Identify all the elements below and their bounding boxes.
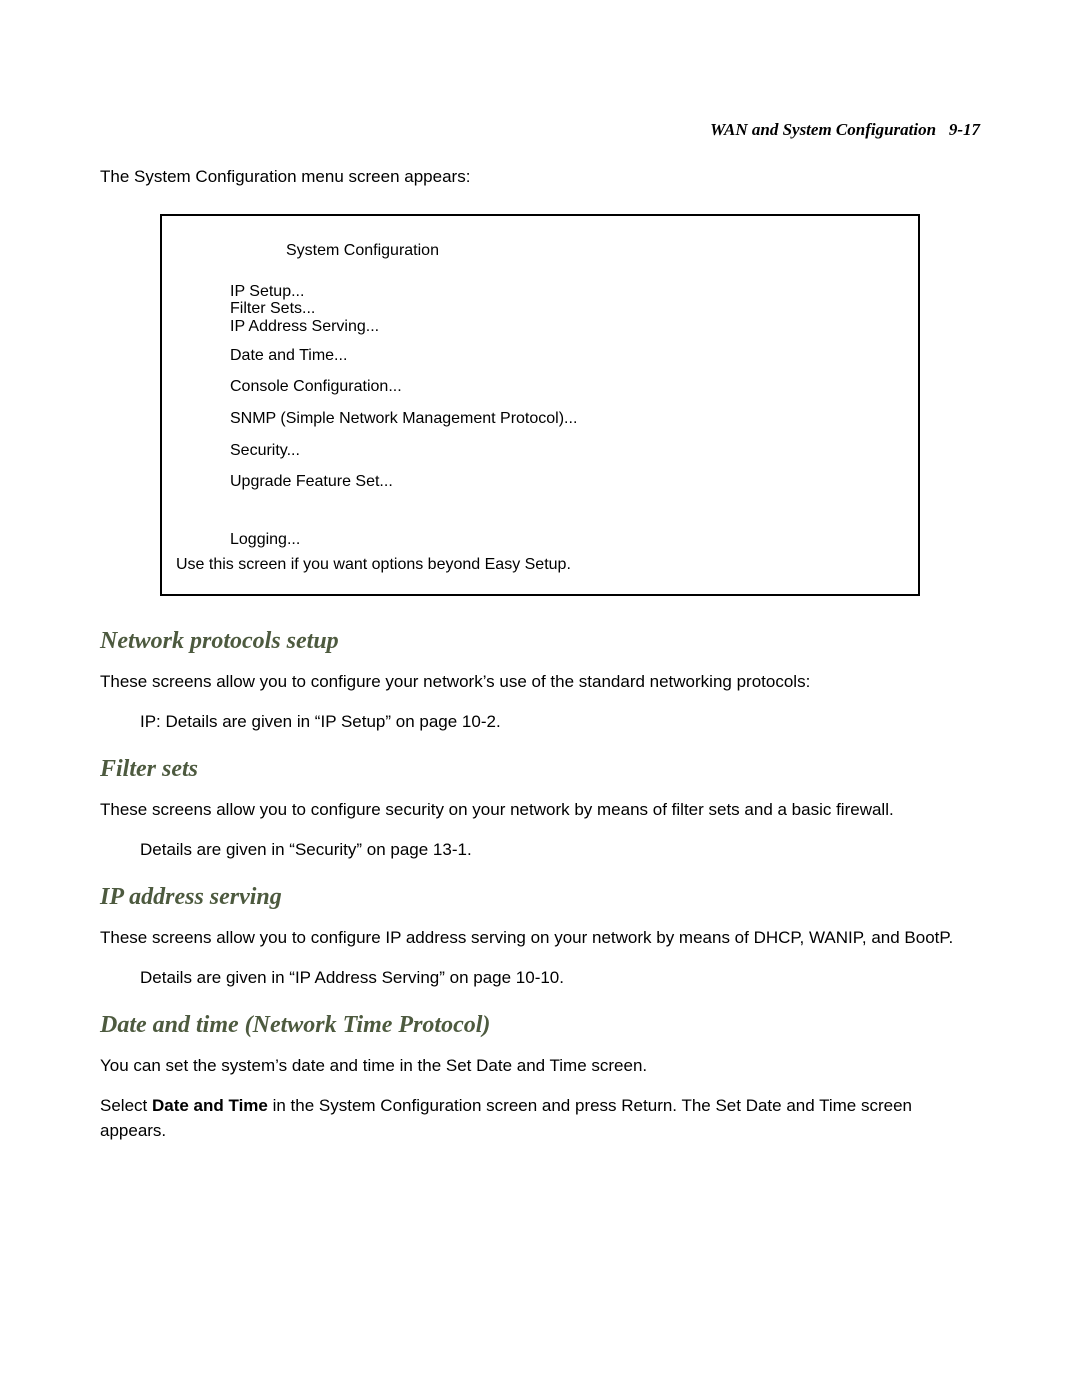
menu-item-date-time[interactable]: Date and Time... bbox=[230, 345, 904, 367]
section-network-protocols: Network protocols setup These screens al… bbox=[100, 628, 980, 734]
paragraph-text: Details are given in “IP Address Serving… bbox=[100, 965, 980, 991]
section-date-time: Date and time (Network Time Protocol) Yo… bbox=[100, 1012, 980, 1144]
heading-ip-address-serving: IP address serving bbox=[100, 884, 980, 911]
section-ip-address-serving: IP address serving These screens allow y… bbox=[100, 884, 980, 990]
section-filter-sets: Filter sets These screens allow you to c… bbox=[100, 756, 980, 862]
menu-item-upgrade[interactable]: Upgrade Feature Set... bbox=[230, 471, 904, 493]
page-header: WAN and System Configuration 9-17 bbox=[100, 120, 980, 140]
paragraph-text: These screens allow you to configure you… bbox=[100, 669, 980, 695]
system-config-screen: System Configuration IP Setup... Filter … bbox=[160, 214, 920, 597]
heading-network-protocols: Network protocols setup bbox=[100, 628, 980, 655]
screen-menu-items: IP Setup... Filter Sets... IP Address Se… bbox=[176, 283, 904, 550]
menu-item-security[interactable]: Security... bbox=[230, 440, 904, 462]
menu-item-ip-setup[interactable]: IP Setup... bbox=[230, 283, 904, 300]
menu-item-logging[interactable]: Logging... bbox=[230, 529, 904, 551]
heading-filter-sets: Filter sets bbox=[100, 756, 980, 783]
paragraph-text: You can set the system’s date and time i… bbox=[100, 1053, 980, 1079]
menu-item-ip-address-serving[interactable]: IP Address Serving... bbox=[230, 318, 904, 335]
screen-title: System Configuration bbox=[176, 240, 904, 262]
intro-paragraph: The System Configuration menu screen app… bbox=[100, 164, 980, 190]
paragraph-text: These screens allow you to configure IP … bbox=[100, 925, 980, 951]
document-page: WAN and System Configuration 9-17 The Sy… bbox=[0, 0, 1080, 1226]
menu-item-console-config[interactable]: Console Configuration... bbox=[230, 376, 904, 398]
menu-group-network: IP Setup... Filter Sets... IP Address Se… bbox=[230, 283, 904, 335]
header-page-number: 9-17 bbox=[949, 120, 980, 139]
bold-term: Date and Time bbox=[152, 1096, 268, 1115]
paragraph-text: Select Date and Time in the System Confi… bbox=[100, 1093, 980, 1144]
menu-item-snmp[interactable]: SNMP (Simple Network Management Protocol… bbox=[230, 408, 904, 430]
paragraph-text: These screens allow you to configure sec… bbox=[100, 797, 980, 823]
paragraph-text: IP: Details are given in “IP Setup” on p… bbox=[100, 709, 980, 735]
paragraph-text: Details are given in “Security” on page … bbox=[100, 837, 980, 863]
screen-help-text: Use this screen if you want options beyo… bbox=[176, 554, 904, 576]
header-title: WAN and System Configuration bbox=[710, 120, 936, 139]
menu-item-filter-sets[interactable]: Filter Sets... bbox=[230, 300, 904, 317]
heading-date-time: Date and time (Network Time Protocol) bbox=[100, 1012, 980, 1039]
text-fragment: Select bbox=[100, 1096, 152, 1115]
